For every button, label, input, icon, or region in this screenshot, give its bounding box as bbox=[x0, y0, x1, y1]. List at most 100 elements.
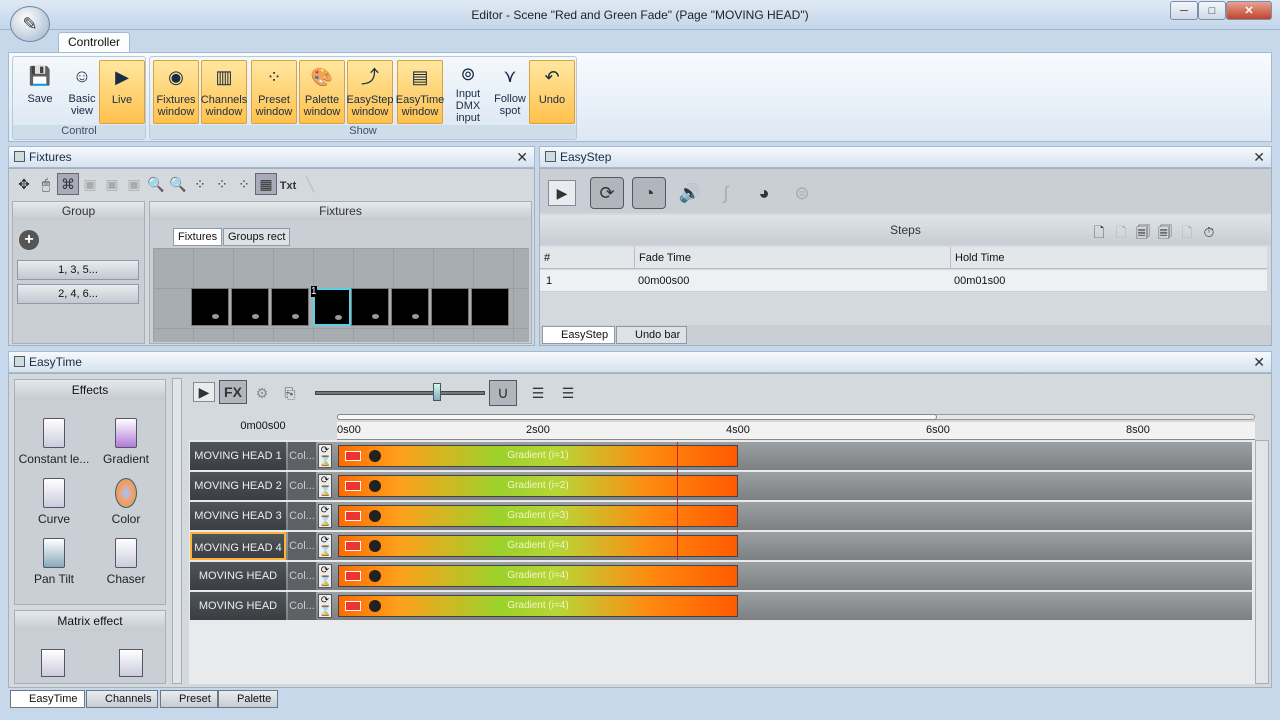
effect-bar[interactable]: Gradient (i=4) bbox=[338, 565, 738, 587]
add-step-icon[interactable]: 🗋 bbox=[1088, 223, 1110, 245]
play-icon[interactable]: ▶ bbox=[548, 180, 576, 206]
minimize-button[interactable]: ─ bbox=[1170, 1, 1198, 20]
library-scrollbar[interactable] bbox=[172, 378, 182, 684]
fx-icon[interactable]: FX bbox=[219, 380, 247, 404]
easytime-window-button[interactable]: ▤ EasyTime window bbox=[396, 60, 444, 124]
pen-icon[interactable]: ╲ bbox=[299, 173, 321, 195]
tab-fixtures[interactable]: Fixtures bbox=[173, 228, 223, 246]
palette-window-button[interactable]: 🎨 Palette window bbox=[299, 60, 345, 124]
track-scrollbar[interactable] bbox=[1255, 440, 1269, 684]
ctrl-select-icon[interactable]: ⌘ bbox=[57, 173, 79, 195]
track-channel[interactable]: Col... bbox=[288, 472, 316, 500]
curve-icon[interactable]: ∫ bbox=[712, 179, 740, 207]
timer-icon[interactable]: ⏱ bbox=[1198, 221, 1220, 243]
tab-channels[interactable]: Channels bbox=[86, 690, 159, 708]
text-view-icon[interactable]: Txt bbox=[277, 175, 299, 197]
effect-bar[interactable]: Gradient (i=3) bbox=[338, 505, 738, 527]
move-icon[interactable]: ✥ bbox=[13, 173, 35, 195]
track-row[interactable]: MOVING HEAD 2 Col... ⟳ ⌛ Gradient (i=2) bbox=[190, 472, 1252, 500]
track-channel[interactable]: Col... bbox=[288, 592, 316, 620]
track-mode-icon[interactable]: ⟳ ⌛ bbox=[318, 444, 332, 468]
speed-icon[interactable]: ◔ bbox=[632, 177, 666, 209]
zoom-slider[interactable] bbox=[315, 391, 485, 395]
delete-fixture-icon[interactable]: ▣ bbox=[123, 173, 145, 195]
maximize-button[interactable]: □ bbox=[1198, 1, 1226, 20]
live-button[interactable]: ▶ Live bbox=[99, 60, 145, 124]
effect-bar[interactable]: Gradient (i=2) bbox=[338, 475, 738, 497]
effect-gradient[interactable]: Gradient bbox=[89, 418, 163, 478]
track-mode-icon[interactable]: ⟳ ⌛ bbox=[318, 594, 332, 618]
zoom-out-icon[interactable]: 🔍 bbox=[167, 173, 189, 195]
step-fade-time[interactable]: 00m00s00 bbox=[638, 275, 689, 287]
effect-curve[interactable]: Curve bbox=[17, 478, 91, 538]
fixture-cell-selected[interactable]: 1 bbox=[311, 286, 351, 326]
fixture-cell[interactable] bbox=[431, 288, 469, 326]
playhead[interactable] bbox=[677, 442, 678, 560]
fixture-cell[interactable] bbox=[191, 288, 229, 326]
preset-window-button[interactable]: ⁘ Preset window bbox=[251, 60, 297, 124]
grid-large-icon[interactable]: ⁘ bbox=[233, 173, 255, 195]
snap-icon[interactable]: ∪ bbox=[489, 380, 517, 406]
close-panel-icon[interactable]: ✕ bbox=[1253, 352, 1265, 372]
track-name[interactable]: MOVING HEAD 2 bbox=[190, 472, 286, 500]
grid-view-icon[interactable]: ▦ bbox=[255, 173, 277, 195]
track-name[interactable]: MOVING HEAD bbox=[190, 562, 286, 590]
zoom-slider-thumb[interactable] bbox=[433, 383, 441, 401]
effect-bar[interactable]: Gradient (i=4) bbox=[338, 595, 738, 617]
tab-easystep[interactable]: EasyStep bbox=[542, 326, 616, 344]
sound-icon[interactable]: 🔊 bbox=[676, 179, 704, 207]
track-mode-icon[interactable]: ⟳ ⌛ bbox=[318, 504, 332, 528]
track-channel[interactable]: Col... bbox=[288, 502, 316, 530]
grid-medium-icon[interactable]: ⁘ bbox=[211, 173, 233, 195]
dmx-input-button[interactable]: ⊚ Input DMX input bbox=[445, 60, 491, 125]
edit-fixture-icon[interactable]: ▣ bbox=[101, 173, 123, 195]
fixture-cell[interactable] bbox=[391, 288, 429, 326]
group-even-button[interactable]: 2, 4, 6... bbox=[17, 284, 139, 304]
follow-spot-button[interactable]: ⋎ Follow spot bbox=[487, 60, 533, 124]
effect-chaser[interactable]: Chaser bbox=[89, 538, 163, 598]
group-odd-button[interactable]: 1, 3, 5... bbox=[17, 260, 139, 280]
insert-step-icon[interactable]: 🗐 bbox=[1132, 223, 1154, 245]
effect-color[interactable]: Color bbox=[89, 478, 163, 538]
fixture-cell[interactable] bbox=[351, 288, 389, 326]
add-fixture-icon[interactable]: ▣ bbox=[79, 173, 101, 195]
track-mode-icon[interactable]: ⟳ ⌛ bbox=[318, 534, 332, 558]
tab-palette[interactable]: Palette bbox=[218, 690, 279, 708]
track-channel[interactable]: Col... bbox=[288, 562, 316, 590]
fixture-cell[interactable] bbox=[271, 288, 309, 326]
track-mode-icon[interactable]: ⟳ ⌛ bbox=[318, 564, 332, 588]
matrix-effect-icon[interactable] bbox=[119, 649, 143, 677]
align-right-icon[interactable]: ☰ bbox=[527, 382, 549, 404]
track-row[interactable]: MOVING HEAD 3 Col... ⟳ ⌛ Gradient (i=3) bbox=[190, 502, 1252, 530]
time-ruler[interactable]: 0s00 2s00 4s00 6s00 8s00 bbox=[337, 422, 1255, 440]
close-panel-icon[interactable]: ✕ bbox=[1253, 147, 1265, 167]
track-row[interactable]: MOVING HEAD Col... ⟳ ⌛ Gradient (i=4) bbox=[190, 562, 1252, 590]
effect-pan-tilt[interactable]: Pan Tilt bbox=[17, 538, 91, 598]
tab-easytime[interactable]: EasyTime bbox=[10, 690, 85, 708]
track-channel[interactable]: Col... bbox=[288, 442, 316, 470]
track-name[interactable]: MOVING HEAD 1 bbox=[190, 442, 286, 470]
loop-icon[interactable]: ⟳ bbox=[590, 177, 624, 209]
track-name[interactable]: MOVING HEAD 4 bbox=[190, 532, 286, 560]
tab-groups-rect[interactable]: Groups rect bbox=[223, 228, 291, 246]
align-left-icon[interactable]: ☰ bbox=[557, 382, 579, 404]
tab-undo-bar[interactable]: Undo bar bbox=[616, 326, 688, 344]
app-menu-icon[interactable]: ✎ bbox=[10, 6, 50, 42]
track-name[interactable]: MOVING HEAD 3 bbox=[190, 502, 286, 530]
delete-step-icon[interactable]: 🗋 bbox=[1176, 223, 1198, 245]
easystep-window-button[interactable]: ⤴ EasyStep window bbox=[346, 60, 394, 124]
copy-step-icon[interactable]: 🗋 bbox=[1110, 223, 1132, 245]
timeline-scroll-thumb[interactable] bbox=[337, 414, 937, 420]
settings-icon[interactable]: ⚙ bbox=[251, 382, 273, 404]
track-row[interactable]: MOVING HEAD 4 Col... ⟳ ⌛ Gradient (i=4) bbox=[190, 532, 1252, 560]
link-icon[interactable]: ⎘ bbox=[279, 382, 301, 404]
close-panel-icon[interactable]: ✕ bbox=[516, 147, 528, 167]
effect-bar[interactable]: Gradient (i=1) bbox=[338, 445, 738, 467]
add-group-icon[interactable]: + bbox=[19, 230, 39, 250]
effect-bar[interactable]: Gradient (i=4) bbox=[338, 535, 738, 557]
effect-constant-level[interactable]: Constant le... bbox=[17, 418, 91, 478]
play-icon[interactable]: ▶ bbox=[193, 382, 215, 402]
matrix-effect-icon[interactable] bbox=[41, 649, 65, 677]
tab-controller[interactable]: Controller bbox=[58, 32, 130, 52]
close-button[interactable]: ✕ bbox=[1226, 1, 1272, 20]
